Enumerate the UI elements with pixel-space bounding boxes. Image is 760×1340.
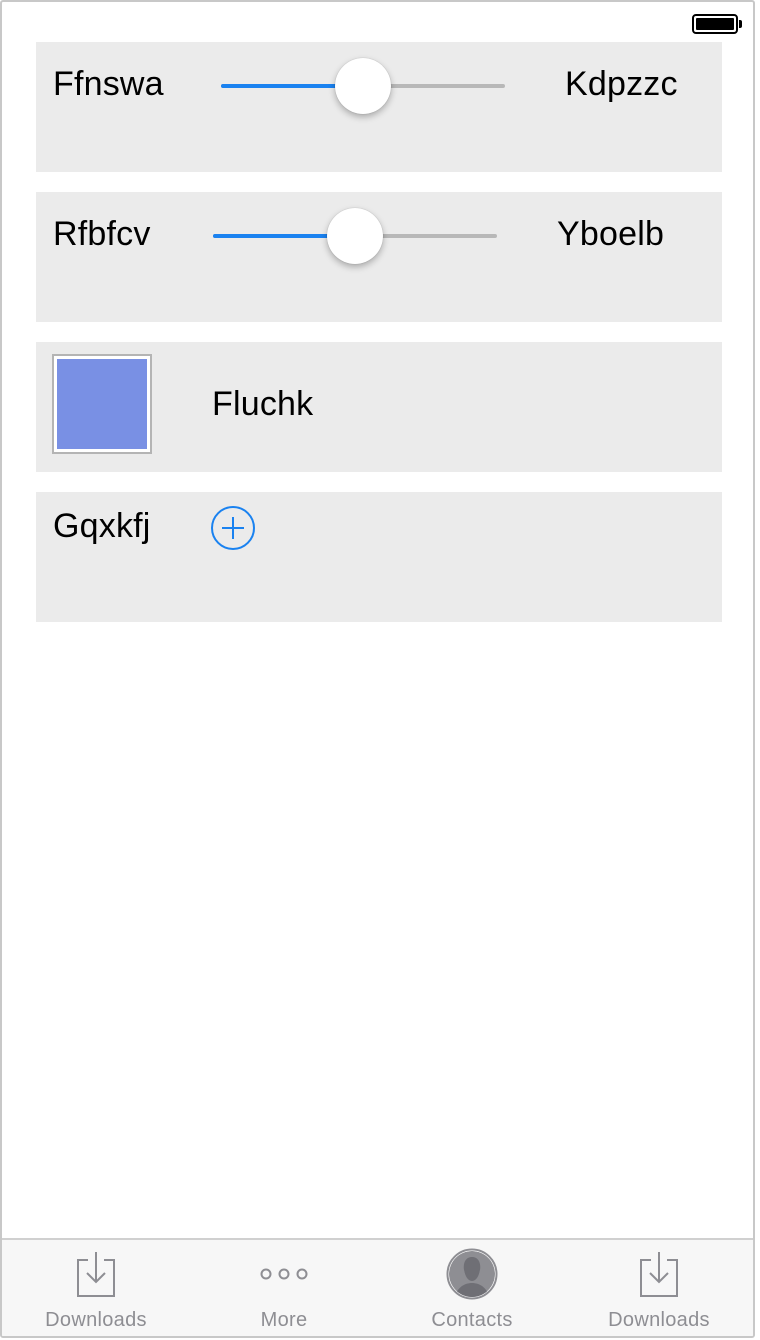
tab-more-label: More [260,1309,308,1331]
download-icon [77,1252,115,1297]
slider-2-left-label: Rfbfcv [53,215,151,253]
slider-1[interactable] [221,56,505,116]
battery-level [696,18,734,30]
slider-2-right-label: Yboelb [557,215,665,253]
battery-tip [739,20,742,28]
download-icon [640,1252,678,1297]
slider-1-thumb[interactable] [335,58,391,114]
app-screen: Ffnswa Kdpzzc Rfbfcv Yboelb Fluchk Gqxkf… [0,0,755,1338]
slider-row-1: Ffnswa Kdpzzc [36,42,722,172]
color-swatch[interactable] [52,354,152,454]
slider-1-left-label: Ffnswa [53,65,164,103]
color-row-label: Fluchk [212,385,314,423]
tab-contacts-label: Contacts [431,1309,513,1331]
tab-downloads-2[interactable]: Downloads [565,1240,753,1336]
color-swatch-fill [57,359,147,449]
tab-bar: Downloads More Contacts Downloads [2,1238,753,1336]
add-circle-icon[interactable] [211,506,255,550]
slider-1-right-label: Kdpzzc [565,65,678,103]
tab-contacts[interactable]: Contacts [378,1240,566,1336]
battery-icon [692,14,738,34]
color-row: Fluchk [36,342,722,472]
contact-icon [446,1248,498,1300]
slider-2[interactable] [213,206,497,266]
tab-more[interactable]: More [190,1240,378,1336]
add-row-label: Gqxkfj [53,507,151,545]
slider-2-thumb[interactable] [327,208,383,264]
tab-downloads-1[interactable]: Downloads [2,1240,190,1336]
tab-downloads-1-label: Downloads [45,1309,147,1331]
tab-downloads-2-label: Downloads [608,1309,710,1331]
more-icon [260,1268,308,1280]
slider-row-2: Rfbfcv Yboelb [36,192,722,322]
add-row: Gqxkfj [36,492,722,622]
